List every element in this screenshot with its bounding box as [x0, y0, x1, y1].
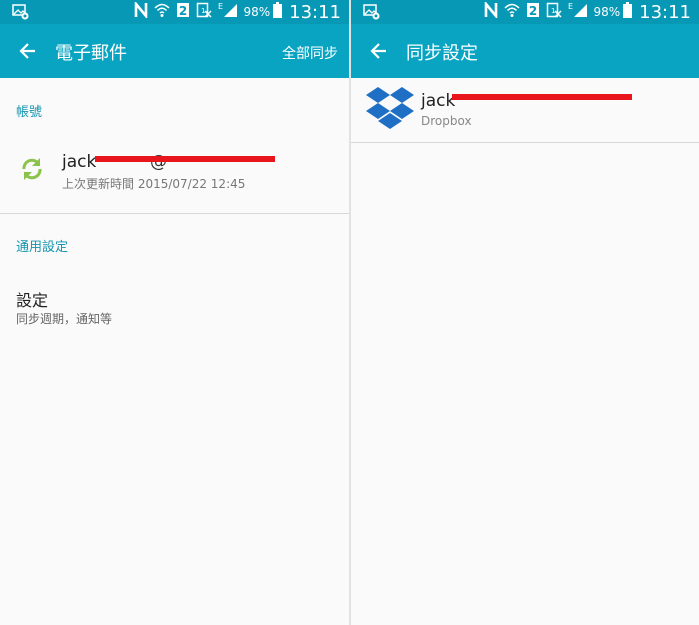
app-bar: 電子郵件 全部同步 — [0, 24, 349, 78]
signal-icon: E — [568, 2, 588, 22]
status-bar: 2 1 E 98% 13:11 — [351, 0, 699, 24]
wifi-icon — [504, 2, 520, 22]
settings-row[interactable]: 設定 同步週期，通知等 — [0, 272, 349, 336]
section-header-general: 通用設定 — [16, 240, 69, 255]
sim-icon: 2 — [526, 2, 540, 22]
sim-number: 2 — [179, 4, 187, 18]
sync-all-button[interactable]: 全部同步 — [282, 43, 338, 63]
back-arrow-icon[interactable] — [18, 41, 38, 61]
signal-icon: E — [218, 2, 238, 22]
redaction-mark — [452, 94, 632, 100]
battery-icon — [273, 2, 283, 22]
account-service: Dropbox — [421, 114, 472, 128]
app-bar: 同步設定 — [351, 24, 699, 78]
account-email: jack — [421, 91, 456, 111]
settings-title: 設定 — [16, 291, 49, 310]
gallery-icon — [363, 4, 381, 24]
no-sim-icon: 1 — [196, 2, 212, 22]
section-header-accounts: 帳號 — [16, 105, 43, 120]
nfc-icon — [484, 0, 498, 22]
svg-text:1: 1 — [551, 7, 555, 15]
email-settings-screen: 2 1 E 98% 13:11 電子郵件 全部同步 帳號 jack @ 上次更新… — [0, 0, 349, 625]
settings-subtitle: 同步週期，通知等 — [16, 312, 113, 326]
sync-icon — [20, 156, 44, 186]
clock: 13:11 — [639, 1, 691, 23]
status-bar: 2 1 E 98% 13:11 — [0, 0, 349, 24]
row-divider — [351, 142, 699, 143]
network-type: E — [568, 2, 573, 11]
gallery-icon — [12, 4, 30, 24]
sim-icon: 2 — [176, 2, 190, 22]
last-update-text: 上次更新時間 2015/07/22 12:45 — [62, 177, 246, 191]
battery-percent: 98% — [593, 5, 621, 19]
back-arrow-icon[interactable] — [369, 41, 389, 61]
battery-percent: 98% — [243, 5, 271, 19]
clock: 13:11 — [289, 1, 341, 23]
dropbox-account-row[interactable]: jack Dropbox — [351, 78, 699, 142]
sim-number: 2 — [529, 4, 537, 18]
nfc-icon — [134, 0, 148, 22]
no-sim-icon: 1 — [546, 2, 562, 22]
svg-text:1: 1 — [201, 7, 205, 15]
account-email: jack — [62, 152, 97, 172]
section-divider — [0, 213, 349, 214]
account-email-tail: @ — [150, 152, 167, 172]
account-row[interactable]: jack @ 上次更新時間 2015/07/22 12:45 — [0, 128, 349, 212]
redaction-mark — [95, 156, 275, 162]
dropbox-icon — [365, 84, 415, 134]
page-title: 電子郵件 — [55, 43, 127, 64]
sync-settings-screen: 2 1 E 98% 13:11 同步設定 jack Dropbox — [351, 0, 699, 625]
wifi-icon — [154, 2, 170, 22]
battery-icon — [623, 2, 633, 22]
network-type: E — [218, 2, 223, 11]
page-title: 同步設定 — [406, 43, 478, 64]
